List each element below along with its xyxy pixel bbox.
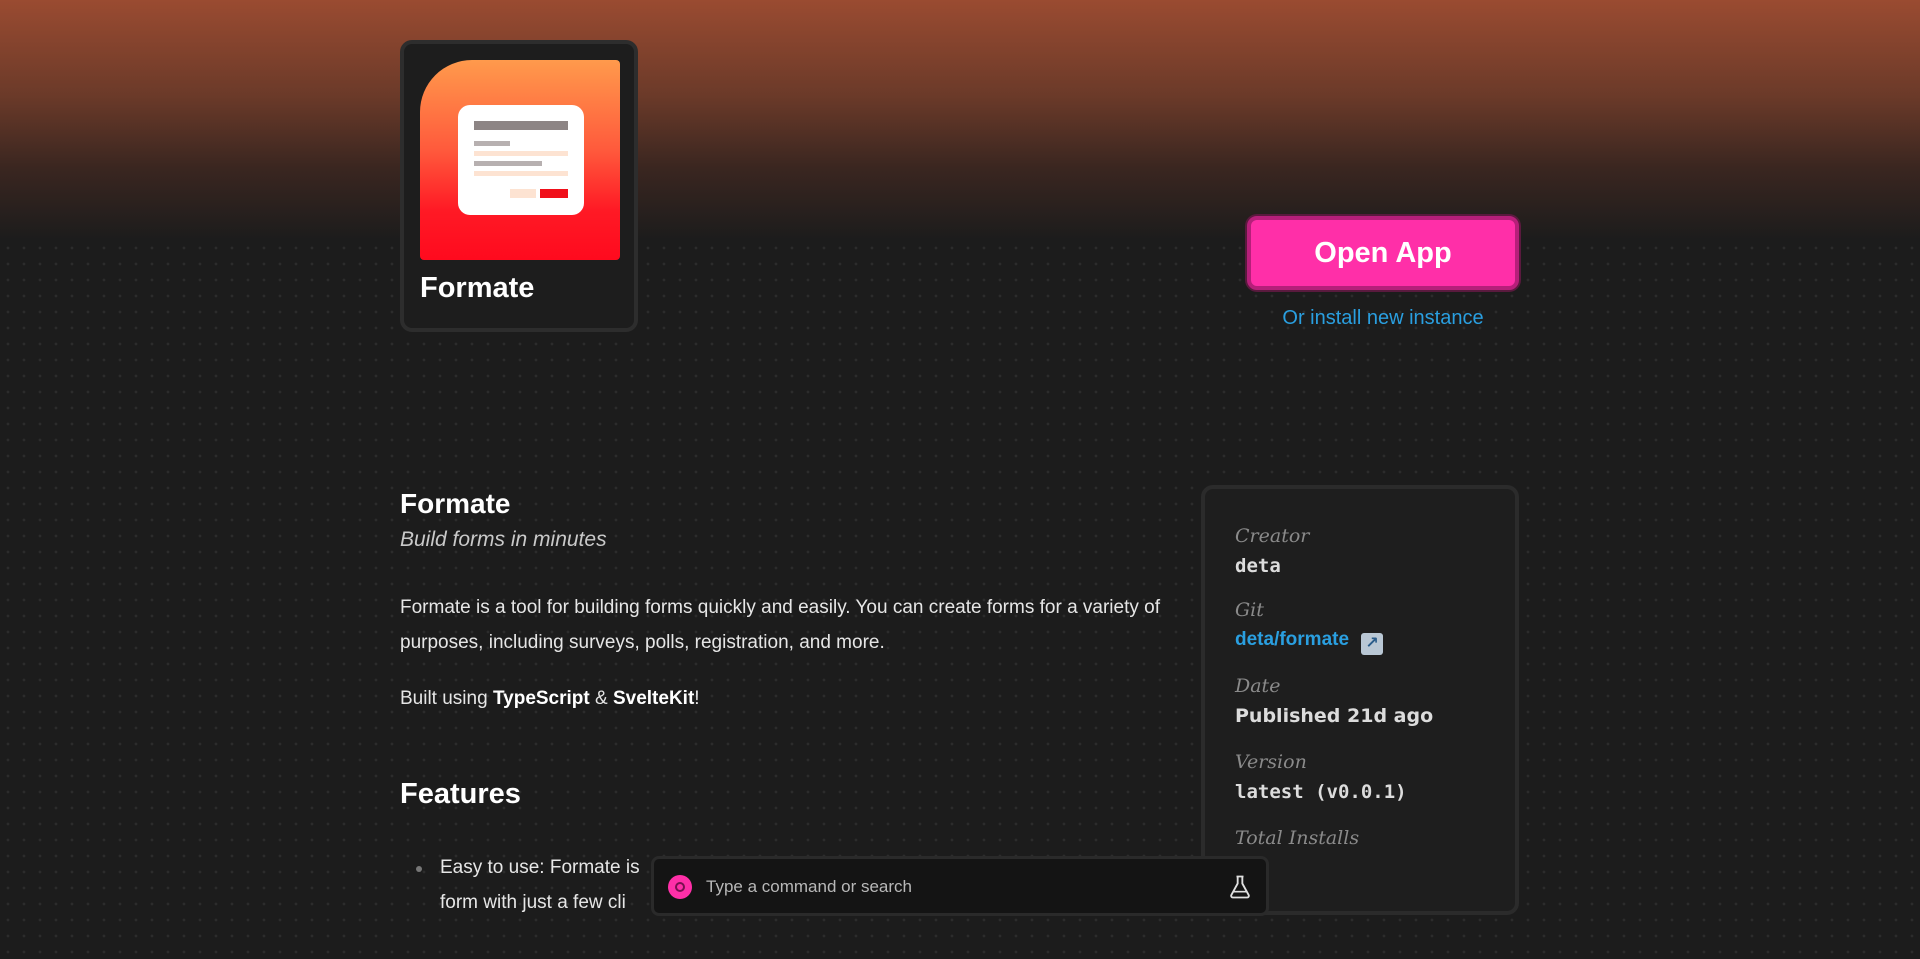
creator-value: deta	[1235, 555, 1281, 577]
page-title: Formate	[400, 488, 511, 519]
git-repo-link[interactable]: deta/formate ↗	[1235, 629, 1384, 655]
git-label: Git	[1235, 599, 1264, 621]
built-suffix: !	[694, 688, 700, 709]
app-info-panel: Creator deta Git deta/formate ↗ Date Publ…	[1201, 485, 1519, 915]
creator-label: Creator	[1235, 525, 1310, 547]
command-search-input[interactable]	[704, 871, 1178, 903]
space-logo-icon[interactable]	[668, 875, 692, 899]
open-app-button[interactable]: Open App	[1247, 216, 1519, 290]
document-graphic	[458, 105, 584, 215]
built-amp: &	[589, 688, 613, 709]
version-value: latest (v0.0.1)	[1235, 781, 1407, 803]
version-label: Version	[1235, 751, 1307, 773]
bullet-icon	[416, 866, 422, 872]
installs-label: Total Installs	[1235, 827, 1360, 849]
tech-sveltekit: SvelteKit	[612, 688, 695, 709]
date-prefix: Published	[1235, 705, 1348, 727]
date-relative: 21d ago	[1347, 705, 1434, 727]
external-link-icon[interactable]: ↗	[1361, 633, 1384, 655]
install-instance-link[interactable]: Or install new instance	[1247, 307, 1519, 330]
form-document-icon	[420, 60, 620, 260]
command-bar	[651, 856, 1269, 916]
git-repo-text[interactable]: deta/formate	[1235, 629, 1349, 650]
tech-typescript: TypeScript	[492, 688, 590, 709]
built-prefix: Built using	[400, 688, 493, 709]
flask-icon[interactable]	[1226, 873, 1254, 901]
built-using-text: Built using TypeScript & SvelteKit!	[400, 688, 700, 710]
app-name: Formate	[420, 272, 535, 304]
app-card: Formate	[400, 40, 638, 332]
description: Formate is a tool for building forms qui…	[400, 597, 1160, 653]
date-value: Published 21d ago	[1235, 705, 1433, 727]
features-heading: Features	[400, 778, 521, 810]
hero-banner	[0, 0, 1920, 240]
date-label: Date	[1235, 675, 1281, 697]
tagline: Build forms in minutes	[400, 528, 607, 551]
